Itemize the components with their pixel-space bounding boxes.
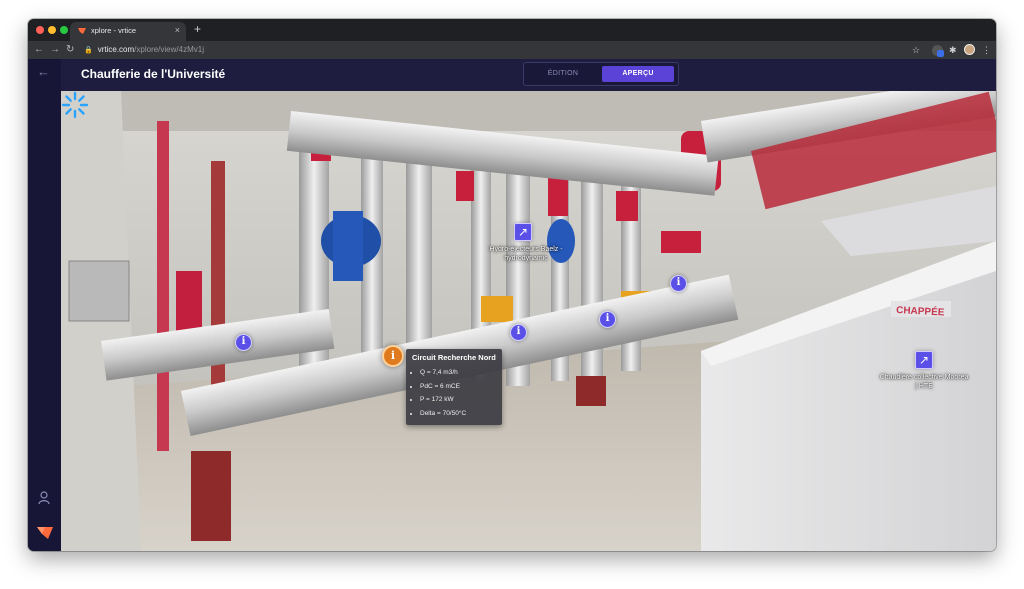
link-label-chaudiere: Chaudière collective Moorea | HTE: [879, 374, 969, 390]
mode-switch: ÉDITION APERÇU: [523, 62, 679, 86]
url-host: vrtice.com: [97, 45, 135, 54]
popup-item: Q = 7,4 m3/h: [420, 366, 466, 380]
minimize-window-button[interactable]: [48, 26, 56, 34]
vrtice-favicon-icon: [78, 28, 86, 34]
extensions-puzzle-icon[interactable]: ✱: [949, 44, 957, 56]
browser-menu-icon[interactable]: ⋮: [982, 44, 991, 56]
tab-strip: xplore - vrtice × +: [28, 19, 996, 41]
info-hotspot-4[interactable]: i: [670, 275, 687, 292]
new-tab-button[interactable]: +: [194, 22, 201, 36]
panorama-image: CHAPPÉE: [61, 91, 996, 551]
page-title: Chaufferie de l'Université: [81, 67, 226, 81]
url-field[interactable]: 🔒 vrtice.com/xplore/view/4zMv1j: [84, 44, 204, 57]
address-bar: ← → ↻ 🔒 vrtice.com/xplore/view/4zMv1j ☆ ✱…: [28, 41, 996, 59]
reload-icon[interactable]: ↻: [66, 43, 74, 57]
vrtice-logo-icon[interactable]: [36, 524, 54, 540]
info-hotspot-2[interactable]: i: [510, 324, 527, 341]
browser-window: xplore - vrtice × + ← → ↻ 🔒 vrtice.com/xp…: [28, 19, 996, 551]
info-hotspot-1[interactable]: i: [235, 334, 252, 351]
active-info-hotspot[interactable]: i: [382, 345, 404, 367]
tab-close-icon[interactable]: ×: [175, 25, 180, 35]
bookmark-star-icon[interactable]: ☆: [912, 44, 920, 56]
link-label-hydro-ejecteurs: Hydro-éjecteurs Baelz - hydrodynamic: [489, 246, 563, 262]
popup-item: PdC = 6 mCE: [420, 380, 466, 394]
user-icon[interactable]: [38, 491, 50, 505]
edit-mode-button[interactable]: ÉDITION: [527, 66, 599, 82]
link-hotspot-hydro-ejecteurs[interactable]: ↗: [514, 223, 532, 241]
popup-item: P = 172 kW: [420, 393, 466, 407]
forward-icon[interactable]: →: [50, 43, 60, 57]
maximize-window-button[interactable]: [60, 26, 68, 34]
popup-title: Circuit Recherche Nord: [412, 353, 496, 362]
close-window-button[interactable]: [36, 26, 44, 34]
popup-item: Delta = 70/50°C: [420, 407, 466, 421]
panorama-viewer[interactable]: CHAPPÉE i i i i ↗ Hydro-éjecteurs Baelz …: [61, 91, 996, 551]
extension-badge: [937, 50, 944, 57]
link-hotspot-chaudiere[interactable]: ↗: [915, 351, 933, 369]
back-icon[interactable]: ←: [34, 43, 44, 57]
info-hotspot-3[interactable]: i: [599, 311, 616, 328]
app-sidebar: [28, 59, 61, 551]
back-arrow-icon[interactable]: ←: [37, 64, 50, 80]
loading-spinner-icon: [61, 91, 89, 119]
info-popup: Circuit Recherche Nord Q = 7,4 m3/h PdC …: [406, 349, 502, 425]
lock-icon: 🔒: [84, 47, 93, 54]
tab-title: xplore - vrtice: [91, 26, 137, 35]
preview-mode-button[interactable]: APERÇU: [602, 66, 674, 82]
popup-list: Q = 7,4 m3/h PdC = 6 mCE P = 172 kW Delt…: [410, 366, 466, 420]
profile-avatar[interactable]: [964, 44, 975, 55]
browser-tab[interactable]: xplore - vrtice ×: [70, 22, 186, 41]
url-path: /xplore/view/4zMv1j: [134, 45, 204, 54]
